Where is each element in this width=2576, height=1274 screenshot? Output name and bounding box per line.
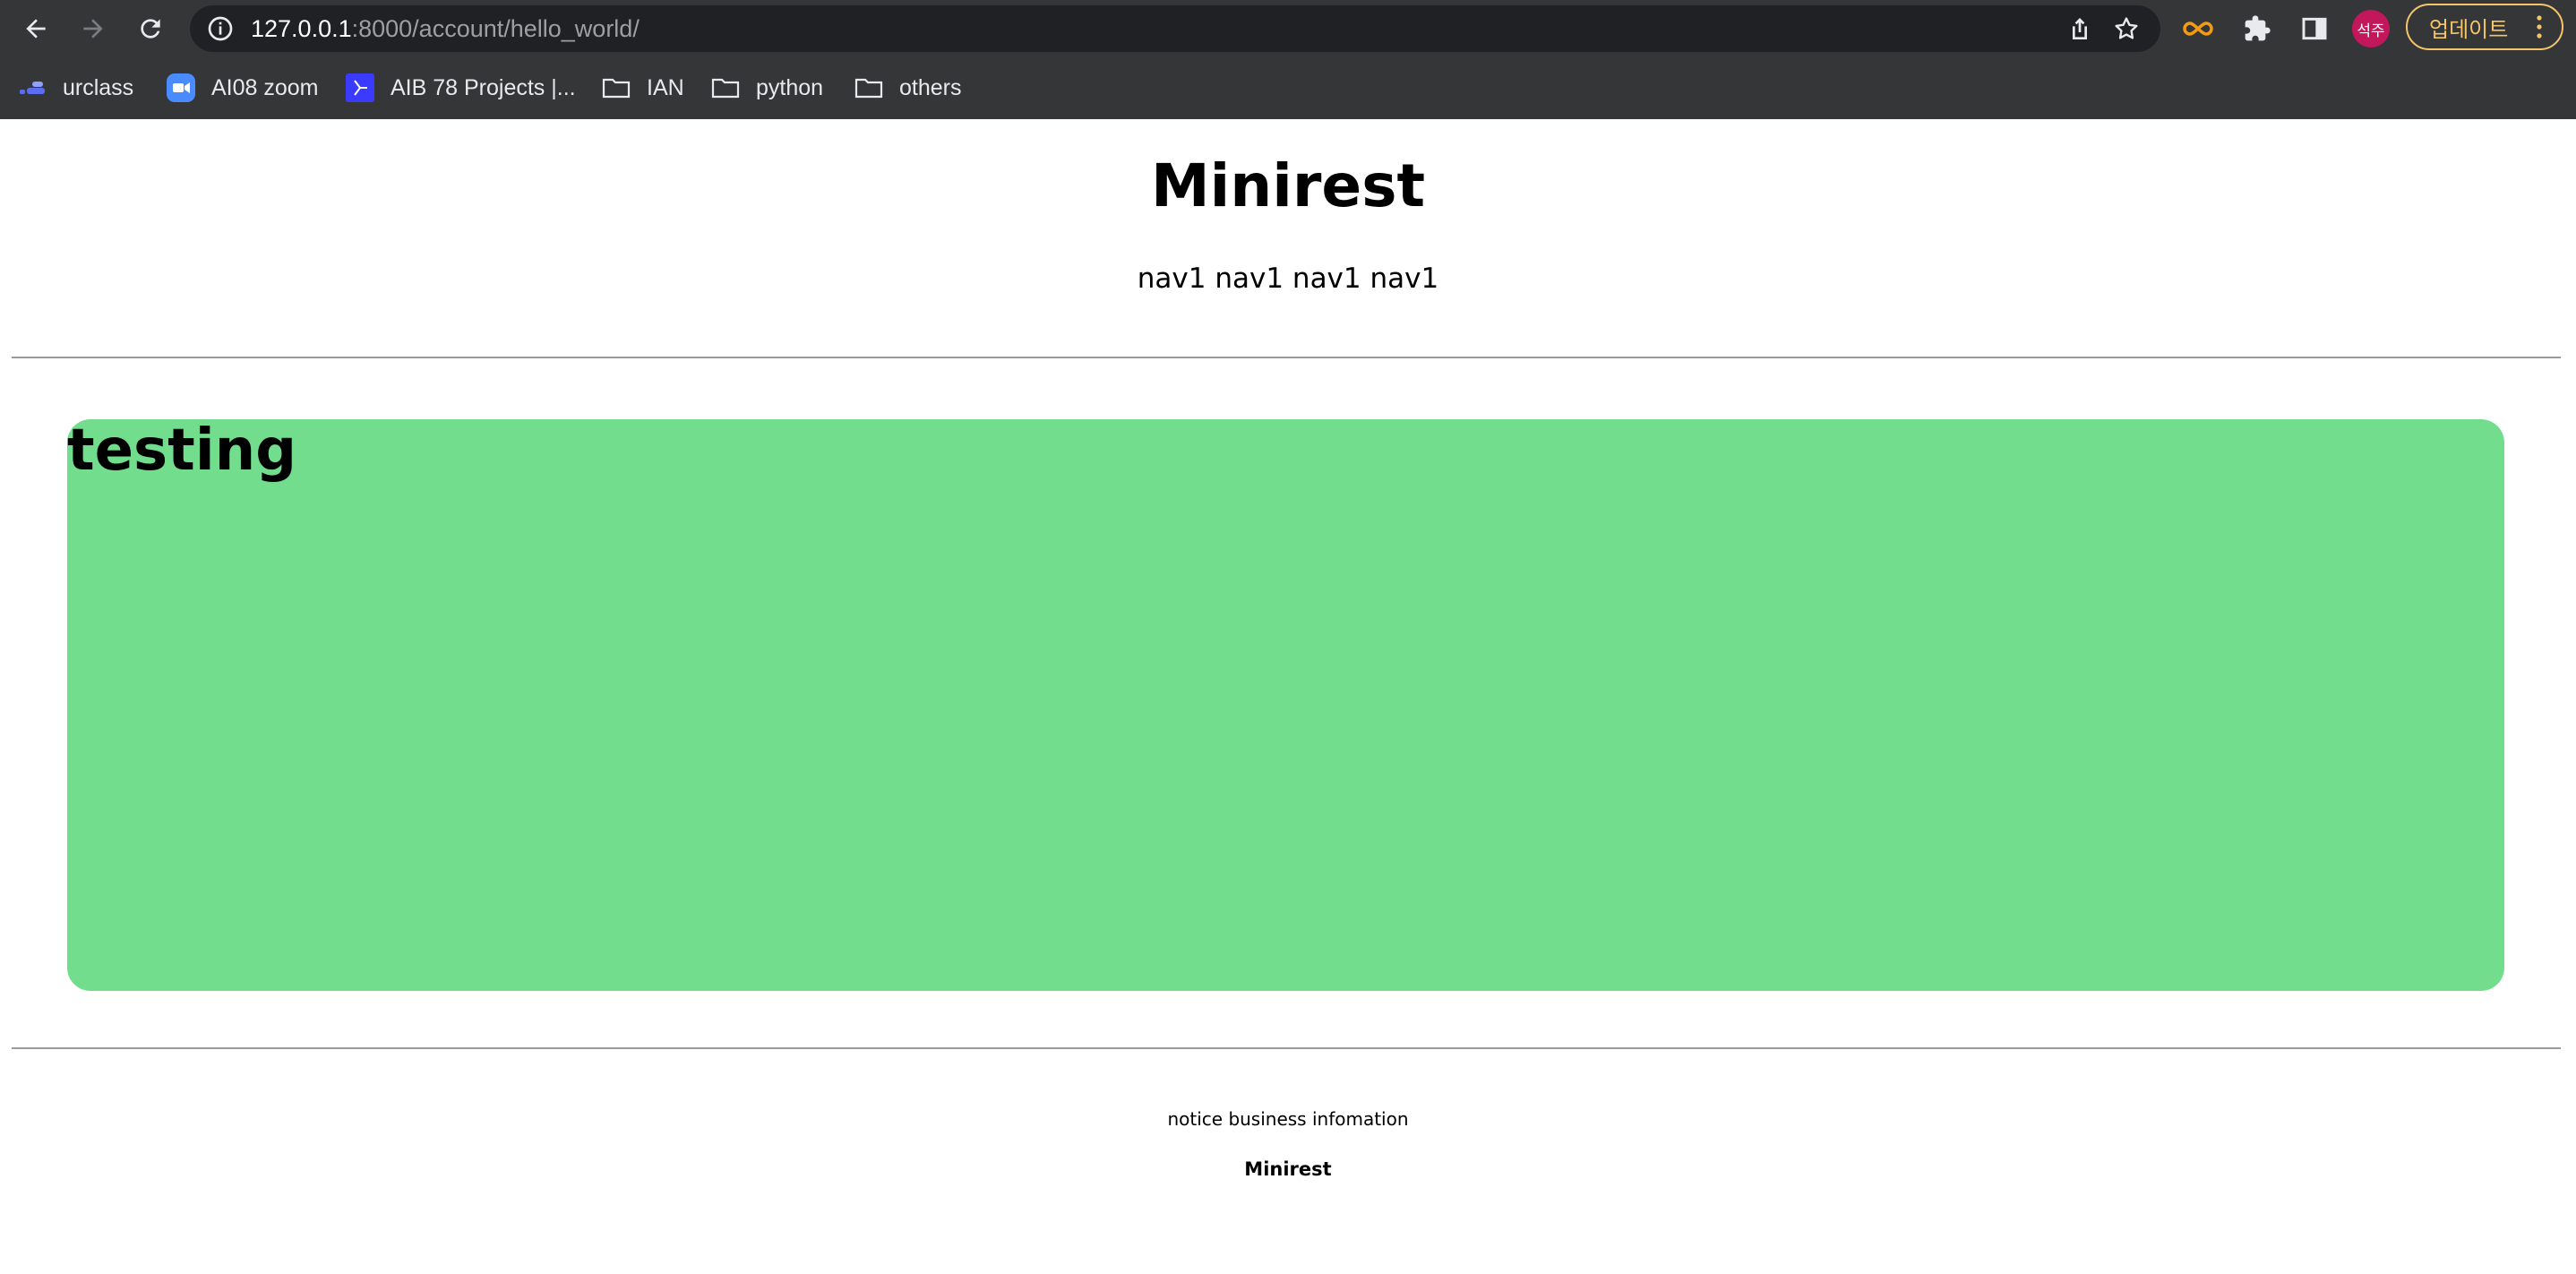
urclass-icon xyxy=(18,73,47,102)
footer-brand: Minirest xyxy=(1244,1158,1332,1180)
update-button[interactable]: 업데이트 xyxy=(2406,4,2563,50)
forward-button[interactable] xyxy=(72,7,115,50)
folder-icon xyxy=(711,73,740,102)
projects-icon xyxy=(346,73,374,102)
extensions-puzzle-icon[interactable] xyxy=(2241,13,2273,45)
bookmark-star-icon[interactable] xyxy=(2112,14,2141,43)
share-icon[interactable] xyxy=(2065,14,2094,43)
header-divider xyxy=(12,357,2561,358)
arrow-left-icon xyxy=(26,19,46,39)
bookmark-urclass[interactable]: urclass xyxy=(18,70,133,106)
footer-divider xyxy=(12,1047,2561,1049)
bookmarks-bar: urclass AI08 zoom AIB 78 Projects |... I… xyxy=(0,57,2576,119)
reload-icon xyxy=(141,19,160,39)
content-card: testing xyxy=(67,417,2504,991)
folder-icon xyxy=(602,73,631,102)
back-button[interactable] xyxy=(14,7,57,50)
bookmark-aib-projects[interactable]: AIB 78 Projects |... xyxy=(346,70,576,106)
bookmark-label: urclass xyxy=(63,74,134,100)
footer-notice: notice business infomation xyxy=(1167,1108,1409,1130)
site-title: Minirest xyxy=(1150,151,1426,220)
arrow-right-icon xyxy=(83,19,103,39)
address-bar[interactable]: 127.0.0.1:8000/account/hello_world/ xyxy=(190,5,2160,52)
more-menu-icon xyxy=(2537,15,2542,39)
bookmark-label: AIB 78 Projects |... xyxy=(391,74,576,100)
browser-toolbar: 127.0.0.1:8000/account/hello_world/ 석주 업… xyxy=(0,0,2576,57)
extension-infinity-icon[interactable] xyxy=(2182,13,2214,45)
site-nav[interactable]: nav1 nav1 nav1 nav1 xyxy=(0,263,2576,295)
bookmark-label: python xyxy=(756,74,824,100)
url-host: 127.0.0.1 xyxy=(251,15,352,42)
page-content: Minirest nav1 nav1 nav1 nav1 testing not… xyxy=(0,119,2576,1274)
url-text[interactable]: 127.0.0.1:8000/account/hello_world/ xyxy=(251,5,640,52)
profile-avatar[interactable]: 석주 xyxy=(2352,10,2390,47)
bookmark-label: others xyxy=(899,74,962,100)
site-info-icon[interactable] xyxy=(206,14,235,43)
bookmark-folder-python[interactable]: python xyxy=(711,70,823,106)
reload-button[interactable] xyxy=(129,7,172,50)
bookmark-label: AI08 zoom xyxy=(211,74,319,100)
folder-icon xyxy=(854,73,883,102)
url-path: :8000/account/hello_world/ xyxy=(351,15,640,42)
side-panel-icon[interactable] xyxy=(2298,13,2331,45)
card-title: testing xyxy=(67,417,296,484)
bookmark-ai08-zoom[interactable]: AI08 zoom xyxy=(167,70,319,106)
bookmark-label: IAN xyxy=(647,74,684,100)
bookmark-folder-others[interactable]: others xyxy=(854,70,961,106)
update-button-label: 업데이트 xyxy=(2429,16,2509,42)
browser-chrome: 127.0.0.1:8000/account/hello_world/ 석주 업… xyxy=(0,0,2576,119)
bookmark-folder-ian[interactable]: IAN xyxy=(602,70,684,106)
zoom-icon xyxy=(167,73,195,102)
